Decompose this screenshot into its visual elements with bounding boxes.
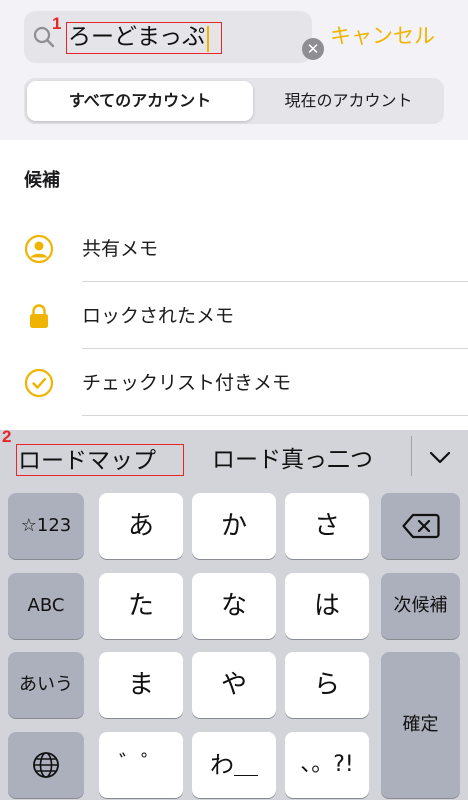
dakuten-key[interactable]: ゛゜: [99, 732, 183, 798]
kana-key-a[interactable]: あ: [99, 493, 183, 559]
japanese-keyboard: 2 ロードマップ ロード真っ二つ ☆123 あ か さ ABC た な は 次候…: [0, 427, 468, 800]
globe-key[interactable]: [8, 732, 84, 798]
delete-key[interactable]: [381, 493, 460, 559]
kana-key-sa[interactable]: さ: [285, 493, 369, 559]
abc-key[interactable]: ABC: [8, 573, 84, 639]
annotation-marker-2: 2: [2, 427, 12, 446]
kana-key-ya[interactable]: や: [192, 652, 276, 718]
kana-key-ha[interactable]: は: [285, 573, 369, 639]
suggestion-label: チェックリスト付きメモ: [82, 372, 292, 394]
numbers-key[interactable]: ☆123: [8, 493, 84, 559]
punctuation-key[interactable]: 、。?!: [285, 732, 369, 798]
segment-all-accounts[interactable]: すべてのアカウント: [27, 81, 253, 121]
globe-icon: [33, 752, 59, 778]
kana-key-ma[interactable]: ま: [99, 652, 183, 718]
kana-key-na[interactable]: な: [192, 573, 276, 639]
segment-current-account[interactable]: 現在のアカウント: [256, 81, 441, 121]
account-scope-control: すべてのアカウント 現在のアカウント: [24, 78, 444, 124]
kana-key-ra[interactable]: ら: [285, 652, 369, 718]
person-circle-icon: [24, 234, 54, 264]
suggestion-locked-notes[interactable]: ロックされたメモ: [0, 282, 468, 349]
search-input[interactable]: ろーどまっぷ: [66, 22, 222, 54]
confirm-key[interactable]: 確定: [381, 652, 460, 798]
candidate-second[interactable]: ロード真っ二つ: [212, 444, 373, 476]
chevron-down-icon[interactable]: [426, 444, 454, 470]
kana-key-ka[interactable]: か: [192, 493, 276, 559]
kana-key-ta[interactable]: た: [99, 573, 183, 639]
cancel-button[interactable]: キャンセル: [330, 20, 435, 52]
suggestions-title: 候補: [24, 170, 60, 191]
next-candidate-key[interactable]: 次候補: [381, 573, 460, 639]
suggestion-label: 共有メモ: [82, 238, 159, 260]
checkmark-circle-icon: [24, 368, 54, 398]
lock-icon: [30, 304, 48, 328]
candidate-roadmap[interactable]: ロードマップ: [16, 444, 184, 476]
kana-mode-key[interactable]: あいう: [8, 652, 84, 718]
delete-icon: [402, 513, 440, 539]
annotation-marker-1: 1: [52, 14, 62, 33]
candidate-divider: [411, 436, 412, 476]
suggestion-shared-notes[interactable]: 共有メモ: [0, 215, 468, 282]
candidate-bar: 2 ロードマップ ロード真っ二つ: [0, 427, 468, 490]
clear-search-icon[interactable]: ✕: [302, 38, 324, 60]
text-caret: [207, 26, 209, 52]
suggestion-label: ロックされたメモ: [82, 305, 235, 327]
row-divider: [82, 415, 468, 416]
suggestion-checklist-notes[interactable]: チェックリスト付きメモ: [0, 349, 468, 416]
kana-key-wa[interactable]: わ＿: [192, 732, 276, 798]
search-header: ✕ 1 ろーどまっぷ キャンセル すべてのアカウント 現在のアカウント: [0, 0, 468, 140]
